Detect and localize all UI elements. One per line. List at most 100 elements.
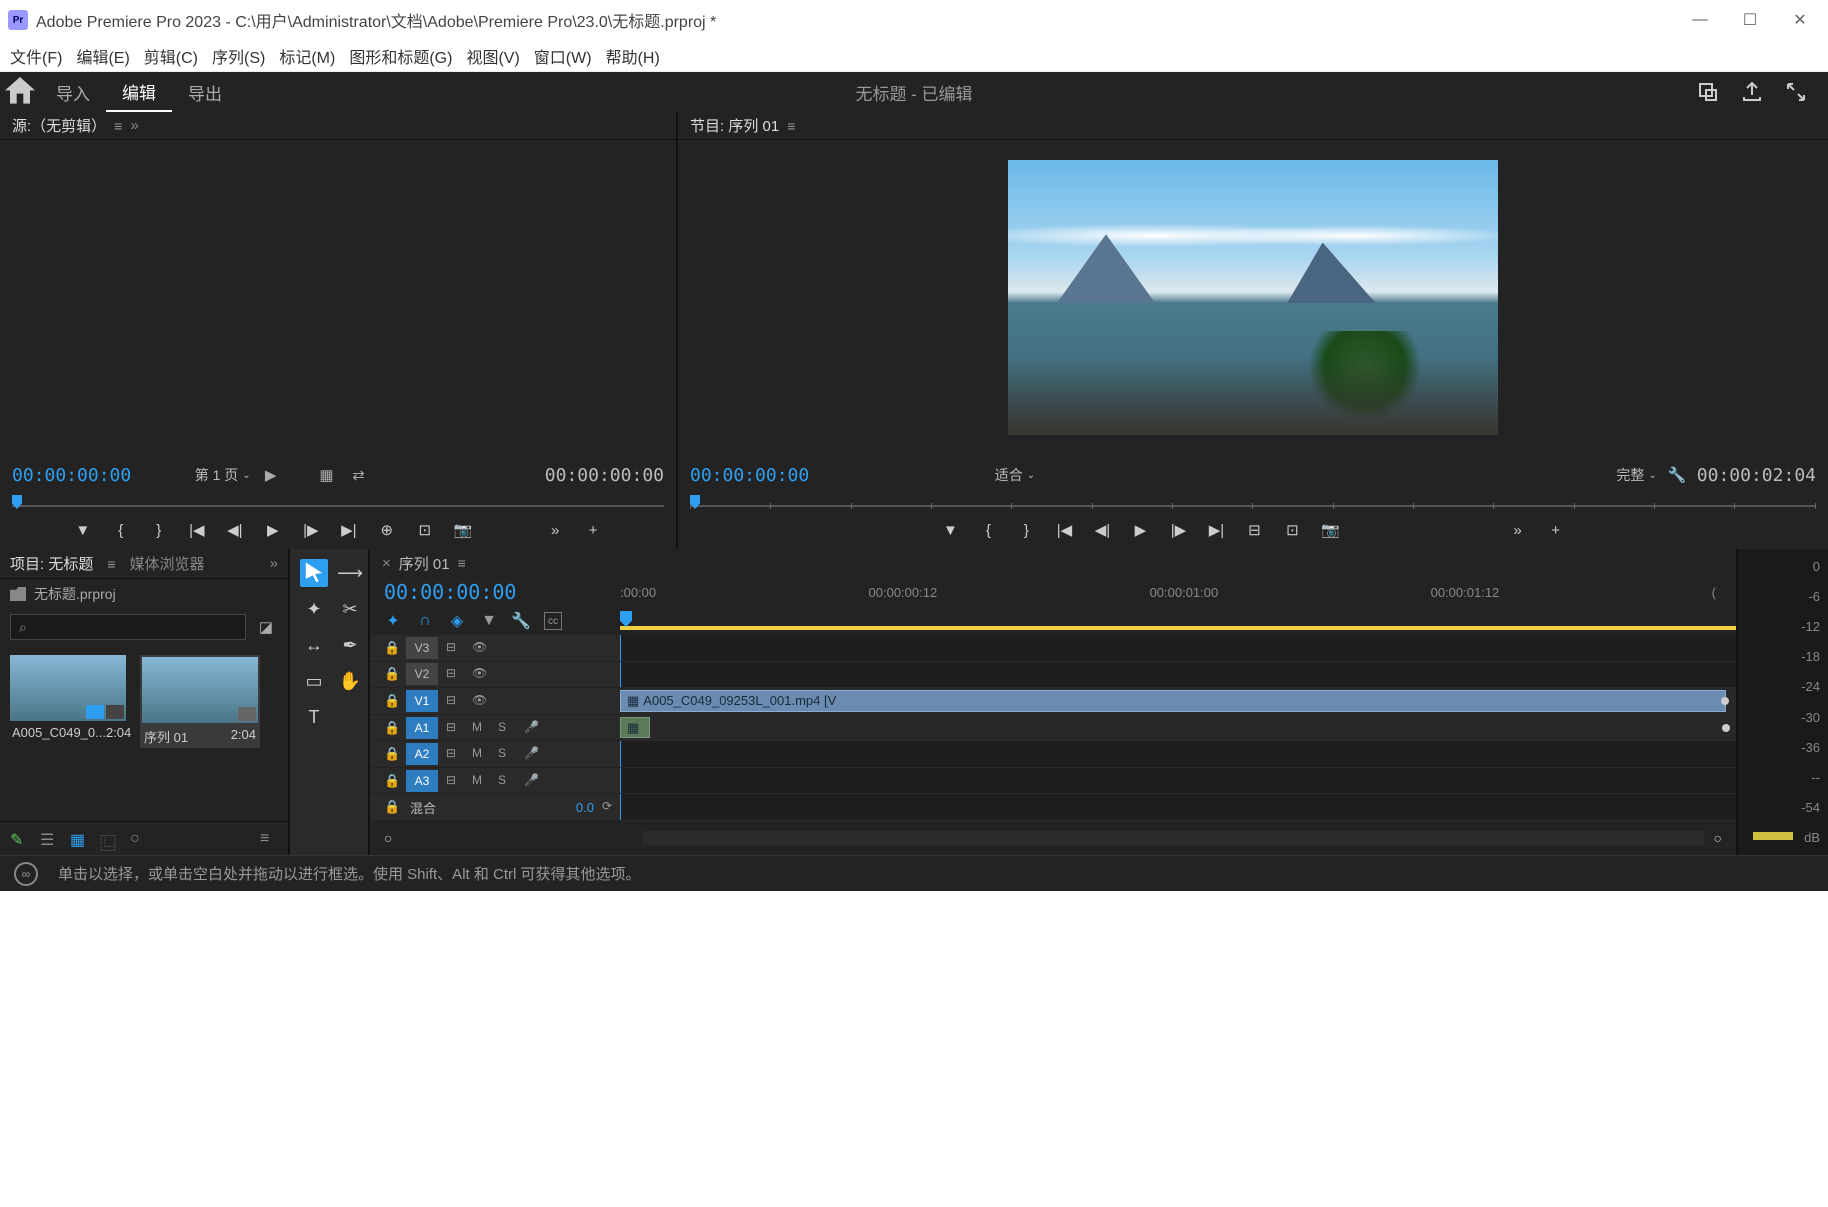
track-a2-lane[interactable]	[620, 741, 1736, 768]
selection-tool[interactable]	[300, 559, 328, 587]
timeline-ruler[interactable]: :00:00 00:00:00:12 00:00:01:00 00:00:01:…	[620, 585, 1736, 600]
track-mix-head[interactable]: 🔒混合0.0⟳	[370, 794, 620, 821]
minimize-button[interactable]: —	[1690, 10, 1710, 30]
in-point-icon[interactable]: {	[978, 520, 998, 540]
maximize-button[interactable]: ☐	[1740, 10, 1760, 30]
close-button[interactable]: ✕	[1790, 10, 1810, 30]
menu-window[interactable]: 窗口(W)	[534, 44, 592, 68]
timeline-scrollbar[interactable]	[642, 831, 1703, 845]
go-to-in-icon[interactable]: |◀	[187, 520, 207, 540]
freeform-view-icon[interactable]: ⿺	[100, 830, 118, 848]
step-back-icon[interactable]: ◀|	[225, 520, 245, 540]
track-v1-head[interactable]: 🔒V1⊟👁	[370, 688, 620, 715]
track-a3-head[interactable]: 🔒A3⊟MS🎤	[370, 768, 620, 795]
go-to-out-icon[interactable]: ▶|	[1206, 520, 1226, 540]
menu-view[interactable]: 视图(V)	[466, 44, 519, 68]
project-item-clip[interactable]: A005_C049_0...2:04	[10, 655, 130, 748]
timeline-playhead[interactable]	[620, 611, 632, 627]
tab-media-browser[interactable]: 媒体浏览器	[130, 553, 205, 574]
menu-file[interactable]: 文件(F)	[10, 44, 62, 68]
project-item-sequence[interactable]: 序列 012:04	[140, 655, 260, 748]
marker-icon[interactable]: ▼	[73, 520, 93, 540]
ripple-edit-tool[interactable]: ✦	[300, 595, 328, 623]
panel-menu-icon[interactable]: ≡	[787, 118, 795, 134]
tab-edit[interactable]: 编辑	[106, 72, 172, 112]
more-icon[interactable]: »	[545, 520, 565, 540]
more-icon[interactable]: »	[1508, 520, 1528, 540]
timeline-timecode[interactable]: 00:00:00:00	[384, 580, 516, 604]
sort-icon[interactable]: ≡	[260, 830, 278, 848]
panel-menu-icon[interactable]: ≡	[458, 555, 466, 571]
chevron-right-icon[interactable]: »	[270, 555, 278, 572]
creative-cloud-icon[interactable]: ∞	[14, 862, 38, 886]
track-mix-lane[interactable]	[620, 794, 1736, 821]
share-icon[interactable]	[1740, 80, 1764, 104]
tab-export[interactable]: 导出	[172, 72, 238, 112]
add-icon[interactable]: +	[583, 520, 603, 540]
track-a1-lane[interactable]: ▦	[620, 715, 1736, 742]
tab-project[interactable]: 项目: 无标题	[10, 553, 93, 574]
timeline-title[interactable]: 序列 01	[399, 553, 450, 574]
chevron-right-icon[interactable]: »	[130, 117, 138, 134]
program-monitor[interactable]	[678, 140, 1828, 455]
go-to-in-icon[interactable]: |◀	[1054, 520, 1074, 540]
search-input[interactable]: ⌕	[10, 614, 246, 640]
out-point-icon[interactable]: }	[149, 520, 169, 540]
menu-marker[interactable]: 标记(M)	[279, 44, 335, 68]
track-select-tool[interactable]: ⟶	[336, 559, 364, 587]
overwrite-icon[interactable]: ⊡	[415, 520, 435, 540]
source-monitor[interactable]	[0, 140, 676, 455]
panel-menu-icon[interactable]: ≡	[107, 556, 115, 572]
track-v1-lane[interactable]: ▦A005_C049_09253L_001.mp4 [V	[620, 688, 1736, 715]
track-v3-head[interactable]: 🔒V3⊟👁	[370, 635, 620, 662]
filter-icon[interactable]: ◪	[254, 617, 278, 637]
menu-sequence[interactable]: 序列(S)	[212, 44, 265, 68]
hand-tool[interactable]: ✋	[336, 667, 364, 695]
track-v2-lane[interactable]	[620, 662, 1736, 689]
pen-tool[interactable]: ✒	[336, 631, 364, 659]
marker-icon[interactable]: ▼	[940, 520, 960, 540]
lift-icon[interactable]: ⊟	[1244, 520, 1264, 540]
link-icon[interactable]: ◈	[448, 612, 466, 630]
export-frame-icon[interactable]: 📷	[453, 520, 473, 540]
export-frame-icon[interactable]: 📷	[1320, 520, 1340, 540]
menu-edit[interactable]: 编辑(E)	[76, 44, 129, 68]
extract-icon[interactable]: ⊡	[1282, 520, 1302, 540]
list-view-icon[interactable]: ☰	[40, 830, 58, 848]
video-clip[interactable]: ▦A005_C049_09253L_001.mp4 [V	[620, 690, 1726, 712]
step-fwd-icon[interactable]: |▶	[1168, 520, 1188, 540]
play-icon[interactable]: ▶	[263, 520, 283, 540]
track-a2-head[interactable]: 🔒A2⊟MS🎤	[370, 741, 620, 768]
zoom-slider-icon[interactable]: ○	[130, 830, 148, 848]
step-forward-icon[interactable]: ▶	[259, 465, 283, 485]
audio-clip[interactable]: ▦	[620, 717, 650, 739]
track-a1-head[interactable]: 🔒A1⊟MS🎤	[370, 715, 620, 742]
fullscreen-icon[interactable]	[1784, 80, 1808, 104]
program-scrubber[interactable]	[690, 495, 1816, 515]
source-scrubber[interactable]	[12, 495, 664, 515]
settings-icon[interactable]: 🔧	[512, 612, 530, 630]
slip-tool[interactable]: ↔	[300, 631, 328, 659]
insert-icon[interactable]: ⊕	[377, 520, 397, 540]
play-icon[interactable]: ▶	[1130, 520, 1150, 540]
menu-help[interactable]: 帮助(H)	[606, 44, 660, 68]
source-panel-title[interactable]: 源:（无剪辑）	[12, 115, 106, 136]
go-to-out-icon[interactable]: ▶|	[339, 520, 359, 540]
pen-icon[interactable]: ✎	[10, 830, 28, 848]
wrench-icon[interactable]: 🔧	[1665, 465, 1689, 485]
program-timecode[interactable]: 00:00:00:00	[690, 465, 809, 486]
out-point-icon[interactable]: }	[1016, 520, 1036, 540]
view-icon[interactable]: ▦	[315, 465, 339, 485]
home-icon[interactable]	[0, 72, 40, 112]
step-back-icon[interactable]: ◀|	[1092, 520, 1112, 540]
snap-icon[interactable]: ✦	[384, 612, 402, 630]
in-point-icon[interactable]: {	[111, 520, 131, 540]
page-selector[interactable]: 第 1 页⌄	[195, 465, 251, 485]
razor-tool[interactable]: ✂	[336, 595, 364, 623]
icon-view-icon[interactable]: ▦	[70, 830, 88, 848]
arrows-icon[interactable]: ⇄	[347, 465, 371, 485]
track-a3-lane[interactable]	[620, 768, 1736, 795]
menu-graphics[interactable]: 图形和标题(G)	[349, 44, 452, 68]
source-timecode[interactable]: 00:00:00:00	[12, 465, 131, 486]
menu-clip[interactable]: 剪辑(C)	[144, 44, 198, 68]
